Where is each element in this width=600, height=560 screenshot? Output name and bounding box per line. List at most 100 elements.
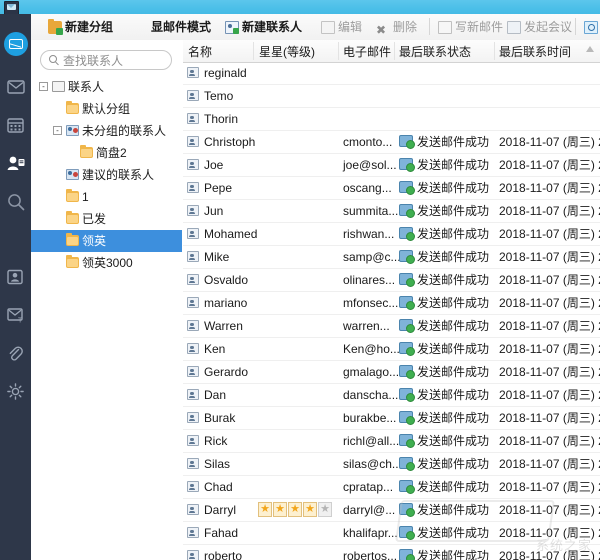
row-email: rishwan...: [343, 227, 395, 241]
table-row[interactable]: Jun summita... 发送邮件成功 2018-11-07 (周三) 22:16: [183, 200, 600, 223]
list-header: 名称 星星(等级) 电子邮件 最后联系状态 最后联系时间: [183, 40, 600, 63]
row-time: 2018-11-07 (周三) 22:15: [499, 181, 600, 195]
settings-icon[interactable]: [0, 376, 31, 406]
column-header-time[interactable]: 最后联系时间: [499, 43, 571, 60]
tree-twisty-icon[interactable]: -: [39, 82, 48, 91]
row-email: cmonto...: [343, 135, 393, 149]
search-icon[interactable]: [0, 186, 31, 216]
table-row[interactable]: Osvaldo olinares... 发送邮件成功 2018-11-07 (周三) …: [183, 269, 600, 292]
row-status: 发送邮件成功: [417, 503, 490, 517]
mail-sent-success-icon: [399, 503, 415, 517]
star-icon[interactable]: ★: [273, 502, 287, 517]
title-bar: [0, 0, 600, 15]
table-row[interactable]: Christoph cmonto... 发送邮件成功 2018-11-07 (周三) …: [183, 131, 600, 154]
mail-sent-success-icon: [399, 411, 415, 425]
start-meeting-button[interactable]: 发起会议: [507, 18, 572, 36]
mail-mode-button[interactable]: 显邮件模式: [151, 18, 211, 36]
contacts-tree: - 联系人 默认分组 - 未分组的联系人 简盘2 建议的联系人 1 已发 领英 领英3000: [31, 76, 183, 274]
mail-template-icon[interactable]: T: [0, 300, 31, 330]
tree-item-0[interactable]: - 联系人: [31, 76, 183, 98]
new-group-button[interactable]: 新建分组: [48, 18, 113, 36]
tree-item-1[interactable]: 默认分组: [31, 98, 183, 120]
table-row[interactable]: mariano mfonsec... 发送邮件成功 2018-11-07 (周三) 2…: [183, 292, 600, 315]
table-row[interactable]: reginald: [183, 62, 600, 85]
row-email: burakbe...: [343, 411, 397, 425]
row-status: 发送邮件成功: [417, 342, 490, 356]
table-row[interactable]: Thorin: [183, 108, 600, 131]
tree-item-6[interactable]: 已发: [31, 208, 183, 230]
row-status: 发送邮件成功: [417, 204, 490, 218]
contact-card-icon: [187, 366, 199, 377]
row-name: Chad: [204, 480, 233, 494]
row-email: gmalago...: [343, 365, 400, 379]
row-name: Darryl: [204, 503, 236, 517]
table-row[interactable]: Ken Ken@ho... 发送邮件成功 2018-11-07 (周三) 22:26: [183, 338, 600, 361]
delete-button[interactable]: ✖ 删除: [376, 18, 418, 37]
svg-text:T: T: [18, 318, 23, 324]
column-header-email[interactable]: 电子邮件: [343, 43, 391, 60]
new-contact-icon: [225, 21, 239, 34]
table-row[interactable]: roberto robertos... 发送邮件成功 2018-11-07 (周三) …: [183, 545, 600, 560]
row-status: 发送邮件成功: [417, 158, 490, 172]
mail-icon[interactable]: [0, 72, 31, 102]
tree-item-8[interactable]: 领英3000: [31, 252, 183, 274]
contact-card-icon[interactable]: [0, 262, 31, 292]
contact-card-icon: [187, 228, 199, 239]
tree-item-2[interactable]: - 未分组的联系人: [31, 120, 183, 142]
table-row[interactable]: Darryl ★ ★ ★ ★ ★ darryl@... 发送邮件成功 2018-11-07 (周…: [183, 499, 600, 522]
row-status: 发送邮件成功: [417, 411, 490, 425]
row-email: summita...: [343, 204, 399, 218]
group-icon: [66, 125, 79, 136]
row-time: 2018-11-07 (周三) 22:17: [499, 227, 600, 241]
star-icon[interactable]: ★: [288, 502, 302, 517]
tree-item-4[interactable]: 建议的联系人: [31, 164, 183, 186]
row-status: 发送邮件成功: [417, 273, 490, 287]
contacts-window: T 新建分组 显邮件模式 新建联系人 编辑 ✖ 删除 写新邮件 发起会议 查找联…: [0, 0, 600, 560]
mail-mode-label: 显邮件模式: [151, 20, 212, 34]
row-name: Gerardo: [204, 365, 249, 379]
star-icon[interactable]: ★: [303, 502, 317, 517]
contact-card-icon: [187, 205, 199, 216]
table-row[interactable]: Temo: [183, 85, 600, 108]
mail-sent-success-icon: [399, 158, 415, 172]
column-header-name[interactable]: 名称: [188, 43, 212, 60]
table-row[interactable]: Chad cpratap... 发送邮件成功 2018-11-07 (周三) 22:3…: [183, 476, 600, 499]
table-row[interactable]: Mohamed rishwan... 发送邮件成功 2018-11-07 (周三) 2…: [183, 223, 600, 246]
table-row[interactable]: Dan danscha... 发送邮件成功 2018-11-07 (周三) 22:28: [183, 384, 600, 407]
table-row[interactable]: Fahad khalifapr... 发送邮件成功 2018-11-07 (周三) 2…: [183, 522, 600, 545]
star-rating[interactable]: ★ ★ ★ ★ ★: [258, 502, 333, 524]
contacts-icon[interactable]: [0, 148, 31, 178]
row-time: 2018-11-07 (周三) 22:13: [499, 135, 600, 149]
contact-card-icon: [187, 550, 199, 560]
table-row[interactable]: Rick richl@all... 发送邮件成功 2018-11-07 (周三) 22…: [183, 430, 600, 453]
attachment-icon[interactable]: [0, 338, 31, 368]
delete-label: 删除: [393, 20, 418, 34]
tree-twisty-icon[interactable]: -: [53, 126, 62, 135]
new-mail-button[interactable]: 写新邮件: [438, 18, 503, 36]
table-row[interactable]: Gerardo gmalago... 发送邮件成功 2018-11-07 (周三) 2…: [183, 361, 600, 384]
table-row[interactable]: Burak burakbe... 发送邮件成功 2018-11-07 (周三) 22:…: [183, 407, 600, 430]
star-icon[interactable]: ★: [318, 502, 332, 517]
tree-item-7[interactable]: 领英: [31, 230, 182, 252]
tree-item-5[interactable]: 1: [31, 186, 183, 208]
row-status: 发送邮件成功: [417, 480, 490, 494]
contact-card-icon: [187, 274, 199, 285]
table-row[interactable]: Pepe oscang... 发送邮件成功 2018-11-07 (周三) 22:15: [183, 177, 600, 200]
tree-item-3[interactable]: 简盘2: [31, 142, 183, 164]
calendar-icon[interactable]: [0, 110, 31, 140]
search-placeholder: 查找联系人: [63, 54, 124, 68]
table-row[interactable]: Warren warren... 发送邮件成功 2018-11-07 (周三) 22:…: [183, 315, 600, 338]
edit-button[interactable]: 编辑: [321, 18, 362, 36]
column-header-status[interactable]: 最后联系状态: [399, 43, 471, 60]
column-header-stars[interactable]: 星星(等级): [259, 43, 315, 60]
row-name: mariano: [204, 296, 248, 310]
table-row[interactable]: Mike samp@c... 发送邮件成功 2018-11-07 (周三) 22:20: [183, 246, 600, 269]
contact-card-icon: [187, 320, 199, 331]
sort-ascending-icon[interactable]: [586, 46, 594, 52]
new-contact-button[interactable]: 新建联系人: [225, 18, 302, 36]
search-contacts-input[interactable]: 查找联系人: [40, 50, 172, 70]
star-icon[interactable]: ★: [258, 502, 272, 517]
table-row[interactable]: Silas silas@ch... 发送邮件成功 2018-11-07 (周三) 22…: [183, 453, 600, 476]
find-duplicates-button[interactable]: 查找重复联系人: [584, 18, 600, 36]
table-row[interactable]: Joe joe@sol... 发送邮件成功 2018-11-07 (周三) 22:14: [183, 154, 600, 177]
